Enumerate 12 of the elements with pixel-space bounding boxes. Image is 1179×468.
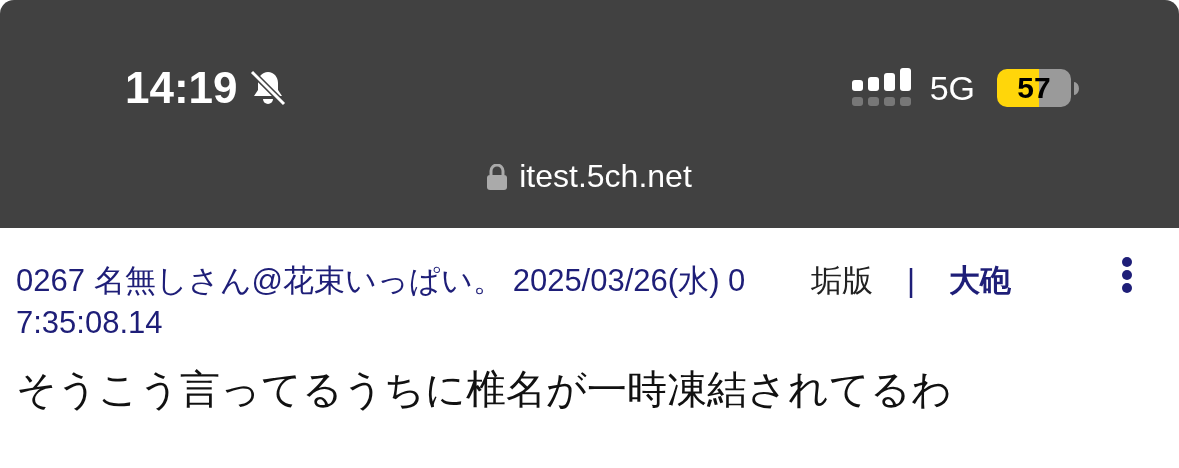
action-link[interactable]: 大砲 <box>949 260 1012 302</box>
post-body: そうこう言ってるうちに椎名が一時凍結されてるわ <box>16 366 953 413</box>
signal-icon <box>851 68 912 108</box>
network-type: 5G <box>929 68 975 108</box>
lock-icon <box>487 163 508 190</box>
post-info: 0267 名無しさん@花束いっぱい。 2025/03/26(水) 07:35:08.14 <box>16 262 747 342</box>
page-url[interactable]: itest.5ch.net <box>519 158 692 195</box>
separator: | <box>907 262 916 300</box>
clock-time: 14:19 <box>125 63 238 113</box>
more-icon[interactable] <box>1121 256 1133 294</box>
action-link[interactable]: 垢版 <box>811 260 873 302</box>
battery-tip-icon <box>1074 81 1079 95</box>
